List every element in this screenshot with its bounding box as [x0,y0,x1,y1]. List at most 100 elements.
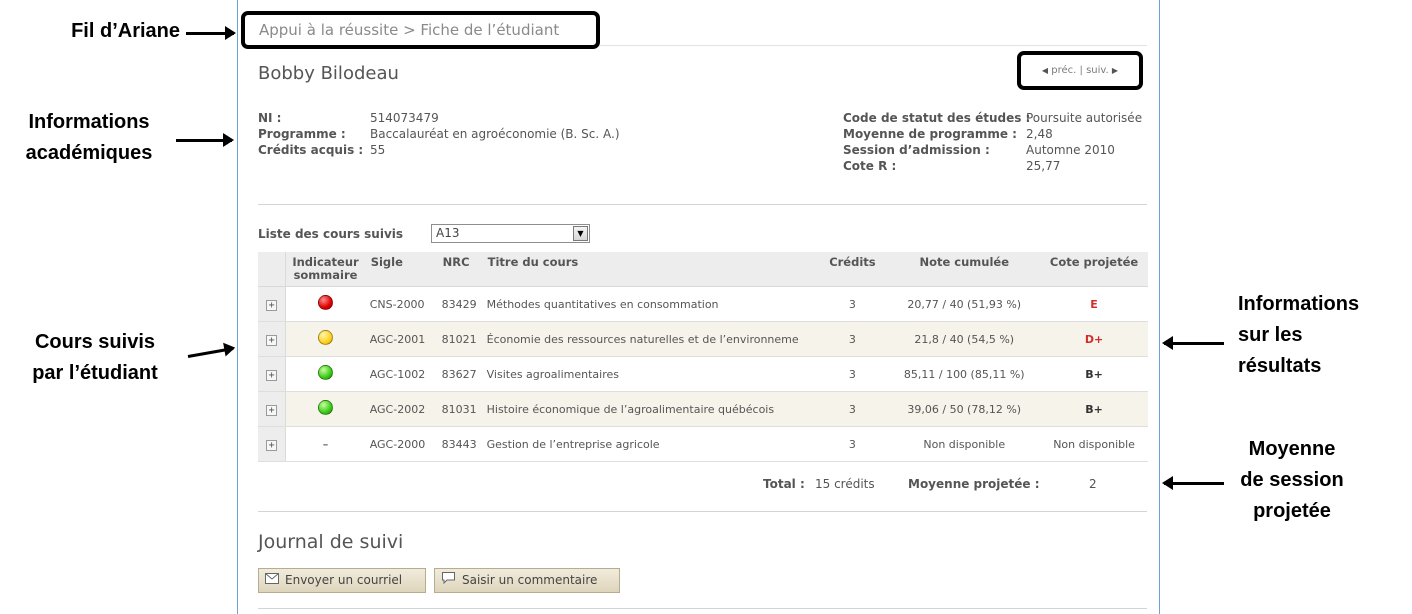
info-value: 25,77 [1026,159,1061,173]
cote-cell: B+ [1040,391,1148,427]
info-label: Session d’admission : [843,143,990,157]
status-red-dot-icon [318,295,334,310]
info-value: 514073479 [370,111,439,125]
info-row-status: Code de statut des études :Poursuite aut… [843,110,1142,126]
chevron-down-icon[interactable]: ▼ [573,226,588,241]
callout-results-line-2: sur les [1238,324,1303,346]
info-row-program-average: Moyenne de programme : 2,48 [843,126,1142,142]
divider [258,608,1147,609]
projected-grade: E [1090,297,1098,311]
expand-plus-icon[interactable]: + [266,439,278,451]
info-row-ni: NI : 514073479 [258,110,620,126]
info-label: Code de statut des études : [843,111,1031,125]
row-expander[interactable]: + [258,356,287,392]
header-title: Titre du cours [481,252,817,287]
info-label: NI : [258,111,282,125]
callout-results-line-1: Informations [1238,293,1360,315]
expand-plus-icon[interactable]: + [266,404,278,416]
session-select[interactable]: A13 ▼ [431,224,590,243]
credits-cell: 3 [816,426,889,462]
add-comment-button[interactable]: Saisir un commentaire [434,568,620,593]
indicator-cell [285,356,365,392]
row-expander[interactable]: + [258,391,287,427]
table-row[interactable]: + – AGC-2000 83443 Gestion de l’entreprise a… [258,426,1148,462]
info-row-admission: Session d’admission : Automne 2010 [843,142,1142,158]
callout-results-info: Informations sur les résultats [1238,289,1408,382]
courses-table-body: + CNS-2000 83429 Méthodes quantitatives en … [258,286,1148,462]
sigle-cell: AGC-2000 [364,426,437,462]
note-cell: 85,11 / 100 (85,11 %) [888,356,1041,392]
total-label: Total : [763,477,805,491]
expand-plus-icon[interactable]: + [266,334,278,346]
row-expander[interactable]: + [258,321,287,357]
divider [258,511,1147,512]
course-title-cell: Histoire économique de l’agroalimentaire… [481,391,817,427]
courses-table: Indicateur sommaire Sigle NRC Titre du c… [258,252,1148,462]
cote-cell: Non disponible [1040,426,1148,462]
cote-cell: B+ [1040,356,1148,392]
average-label-text: Moyenne projetée : [908,477,1040,491]
arrow-results-info [1162,336,1224,350]
next-link[interactable]: suiv. [1086,65,1109,76]
course-list-label: Liste des cours suivis [258,227,404,241]
indicator-none: – [322,437,329,451]
callout-average-line-1: Moyenne [1248,438,1336,460]
info-value: Poursuite autorisée [1026,111,1143,125]
table-row[interactable]: + AGC-2001 81021 Économie des ressources na… [258,321,1148,357]
envelope-icon [265,569,279,592]
info-row-credits: Crédits acquis : 55 [258,142,620,158]
academic-info-right: Code de statut des études :Poursuite aut… [843,110,1142,174]
header-cote: Cote projetée [1040,252,1148,287]
course-title-cell: Gestion de l’entreprise agricole [481,426,817,462]
header-note: Note cumulée [888,252,1041,287]
status-yellow-dot-icon [318,330,334,345]
sigle-cell: CNS-2000 [364,286,437,322]
callout-courses-line-1: Cours suivis [34,331,156,353]
nrc-cell: 81031 [436,391,482,427]
note-cell: 20,77 / 40 (51,93 %) [888,286,1041,322]
note-cell: Non disponible [888,426,1041,462]
cote-cell: E [1040,286,1148,322]
table-row[interactable]: + AGC-1002 83627 Visites agroalimentaires 3 8… [258,356,1148,392]
credits-cell: 3 [816,286,889,322]
student-name: Bobby Bilodeau [258,63,399,84]
row-expander[interactable]: + [258,286,287,322]
academic-info-left: NI : 514073479 Programme : Baccalauréat en… [258,110,620,158]
indicator-cell [285,321,365,357]
info-label: Cote R : [843,159,897,173]
credits-cell: 3 [816,391,889,427]
expand-plus-icon[interactable]: + [266,299,278,311]
nrc-cell: 81021 [436,321,482,357]
table-row[interactable]: + CNS-2000 83429 Méthodes quantitatives en … [258,286,1148,322]
header-sigle: Sigle [364,252,437,287]
session-select-value: A13 [436,226,460,240]
prev-link[interactable]: préc. [1051,65,1076,76]
header-credits: Crédits [816,252,889,287]
breadcrumb[interactable]: Appui à la réussite > Fiche de l’étudian… [241,11,600,49]
callout-academic-info: Informations académiques [0,107,178,169]
info-label: Moyenne de programme : [843,127,1017,141]
course-title-cell: Économie des ressources naturelles et de… [481,321,817,357]
callout-breadcrumb: Fil d’Ariane [40,16,180,47]
callout-average-line-2: de session [1240,469,1344,491]
app-frame: Appui à la réussite > Fiche de l’étudian… [237,0,1160,614]
arrow-academic-info [176,133,234,147]
send-email-button[interactable]: Envoyer un courriel [258,568,426,593]
arrow-courses-followed [187,347,234,358]
nrc-cell: 83429 [436,286,482,322]
header-expander [258,252,287,287]
info-value: 2,48 [1026,127,1053,141]
row-expander[interactable]: + [258,426,287,462]
header-nrc: NRC [436,252,482,287]
divider [258,204,1147,205]
credits-cell: 3 [816,356,889,392]
total-credits: 15 crédits [815,477,875,491]
journal-title: Journal de suivi [258,531,404,553]
table-row[interactable]: + AGC-2002 81031 Histoire économique de l’a… [258,391,1148,427]
expand-plus-icon[interactable]: + [266,369,278,381]
sigle-cell: AGC-1002 [364,356,437,392]
cote-cell: D+ [1040,321,1148,357]
header-indicator: Indicateur sommaire [285,252,365,287]
callout-academic-line-1: Informations [28,111,150,133]
arrow-session-average [1162,476,1224,490]
